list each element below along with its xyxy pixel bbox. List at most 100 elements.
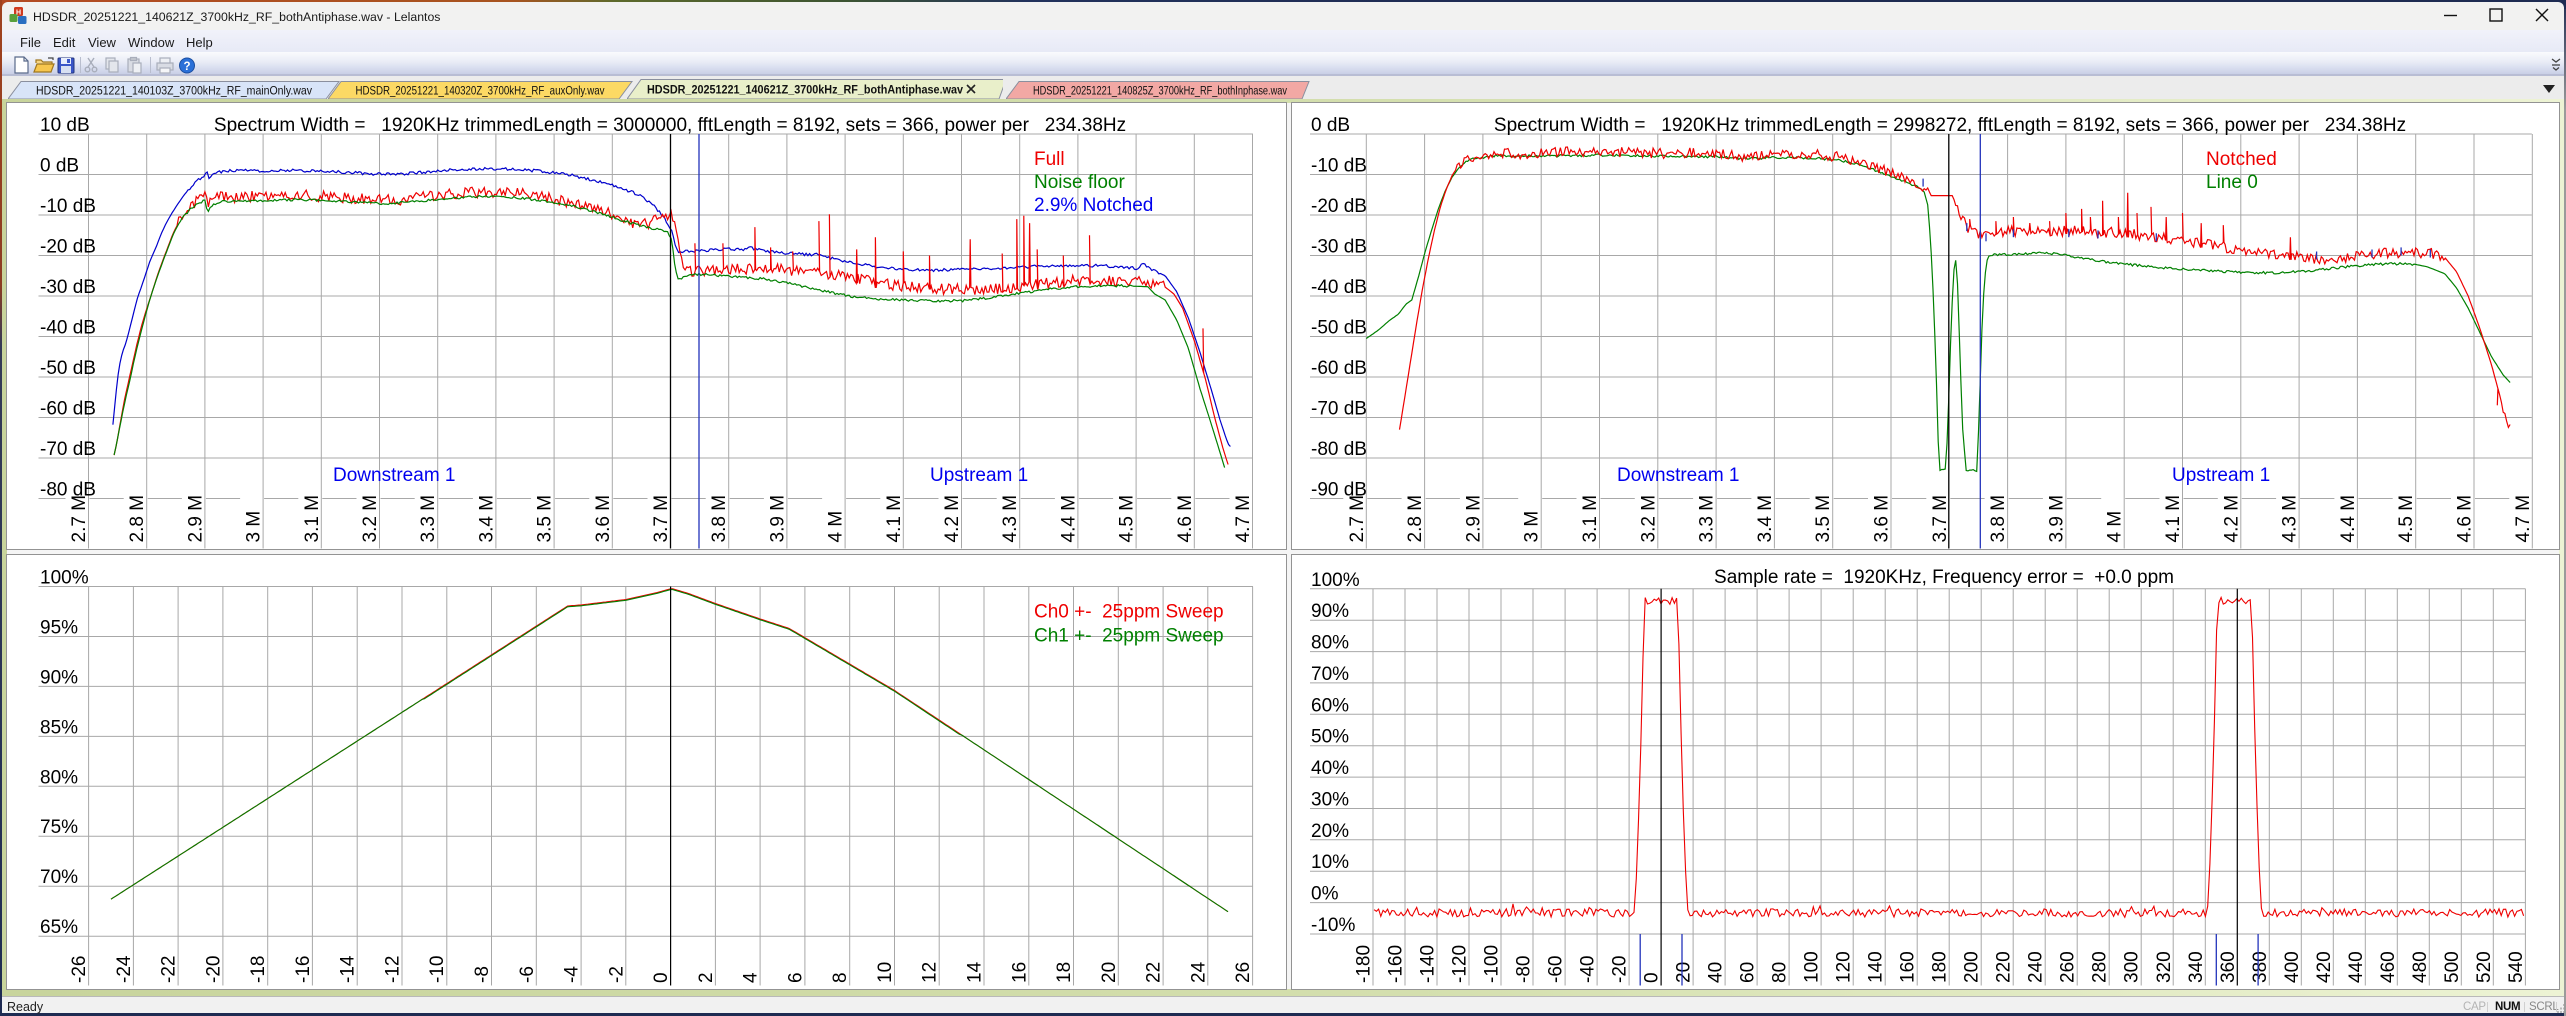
svg-text:4.2 M: 4.2 M bbox=[942, 495, 963, 543]
svg-text:-70 dB: -70 dB bbox=[1311, 399, 1367, 420]
svg-text:-180: -180 bbox=[1354, 945, 1375, 983]
svg-text:Notched: Notched bbox=[2206, 149, 2277, 170]
svg-text:440: 440 bbox=[2346, 951, 2367, 983]
svg-text:4.3 M: 4.3 M bbox=[1000, 495, 1021, 543]
svg-text:360: 360 bbox=[2218, 951, 2239, 983]
svg-text:200: 200 bbox=[1962, 951, 1983, 983]
svg-text:20: 20 bbox=[1099, 962, 1120, 983]
svg-text:4.4 M: 4.4 M bbox=[1058, 495, 1079, 543]
svg-text:400: 400 bbox=[2282, 951, 2303, 983]
svg-text:-24: -24 bbox=[114, 955, 135, 983]
svg-text:3.9 M: 3.9 M bbox=[767, 495, 788, 543]
svg-text:95%: 95% bbox=[40, 618, 78, 639]
svg-text:20%: 20% bbox=[1311, 821, 1349, 842]
svg-text:0%: 0% bbox=[1311, 884, 1339, 905]
svg-text:10: 10 bbox=[875, 962, 896, 983]
svg-text:Line 0: Line 0 bbox=[2206, 172, 2258, 193]
svg-text:0 dB: 0 dB bbox=[1311, 115, 1350, 136]
svg-text:-60: -60 bbox=[1546, 956, 1567, 983]
svg-text:-6: -6 bbox=[517, 966, 538, 983]
svg-text:4.6 M: 4.6 M bbox=[1175, 495, 1196, 543]
svg-text:0: 0 bbox=[1642, 972, 1663, 983]
svg-text:-10%: -10% bbox=[1311, 915, 1355, 936]
svg-text:-20 dB: -20 dB bbox=[40, 237, 96, 258]
svg-text:3.1 M: 3.1 M bbox=[1580, 495, 1601, 543]
svg-text:Spectrum Width = 1920KHz tri: Spectrum Width = 1920KHz trimmedLength =… bbox=[214, 115, 1126, 136]
svg-text:520: 520 bbox=[2474, 951, 2495, 983]
svg-text:3.2 M: 3.2 M bbox=[360, 495, 381, 543]
svg-text:20: 20 bbox=[1674, 962, 1695, 983]
svg-text:4: 4 bbox=[741, 972, 762, 983]
svg-text:Downstream 1: Downstream 1 bbox=[333, 465, 456, 486]
svg-text:2: 2 bbox=[696, 972, 717, 983]
svg-text:-14: -14 bbox=[338, 955, 359, 983]
svg-text:3.9 M: 3.9 M bbox=[2046, 495, 2067, 543]
svg-text:Full: Full bbox=[1034, 149, 1065, 170]
svg-text:380: 380 bbox=[2250, 951, 2271, 983]
svg-text:-4: -4 bbox=[562, 966, 583, 983]
svg-text:3.2 M: 3.2 M bbox=[1638, 495, 1659, 543]
svg-text:500: 500 bbox=[2442, 951, 2463, 983]
svg-text:2.7 M: 2.7 M bbox=[1347, 495, 1368, 543]
svg-text:80%: 80% bbox=[1311, 633, 1349, 654]
svg-text:0 dB: 0 dB bbox=[40, 156, 79, 177]
svg-text:2.7 M: 2.7 M bbox=[69, 495, 90, 543]
svg-text:3 M: 3 M bbox=[244, 511, 265, 543]
svg-text:-16: -16 bbox=[293, 956, 314, 983]
svg-text:70%: 70% bbox=[1311, 664, 1349, 685]
svg-text:10%: 10% bbox=[1311, 852, 1349, 873]
svg-text:3.5 M: 3.5 M bbox=[535, 495, 556, 543]
svg-text:-100: -100 bbox=[1482, 945, 1503, 983]
svg-text:90%: 90% bbox=[40, 667, 78, 688]
svg-text:60%: 60% bbox=[1311, 695, 1349, 716]
svg-text:4 M: 4 M bbox=[826, 511, 847, 543]
svg-text:3.6 M: 3.6 M bbox=[593, 495, 614, 543]
svg-text:300: 300 bbox=[2122, 951, 2143, 983]
svg-text:3.3 M: 3.3 M bbox=[418, 495, 439, 543]
svg-text:-40 dB: -40 dB bbox=[1311, 277, 1367, 298]
svg-text:4.5 M: 4.5 M bbox=[1117, 495, 1138, 543]
svg-text:-40 dB: -40 dB bbox=[40, 318, 96, 339]
svg-text:540: 540 bbox=[2506, 951, 2527, 983]
svg-text:65%: 65% bbox=[40, 917, 78, 938]
svg-text:90%: 90% bbox=[1311, 601, 1349, 622]
svg-text:-70 dB: -70 dB bbox=[40, 439, 96, 460]
svg-text:-40: -40 bbox=[1578, 956, 1599, 983]
svg-text:460: 460 bbox=[2378, 951, 2399, 983]
svg-text:480: 480 bbox=[2410, 951, 2431, 983]
svg-text:3.7 M: 3.7 M bbox=[651, 495, 672, 543]
svg-text:-8: -8 bbox=[472, 966, 493, 983]
svg-text:26: 26 bbox=[1233, 962, 1254, 983]
svg-text:320: 320 bbox=[2154, 951, 2175, 983]
svg-text:3.7 M: 3.7 M bbox=[1930, 495, 1951, 543]
svg-text:3.1 M: 3.1 M bbox=[302, 495, 323, 543]
svg-text:3.4 M: 3.4 M bbox=[1755, 495, 1776, 543]
svg-text:-22: -22 bbox=[159, 956, 180, 983]
svg-text:Sample rate = 1920KHz, Freque: Sample rate = 1920KHz, Frequency error =… bbox=[1714, 567, 2174, 588]
svg-text:-160: -160 bbox=[1386, 945, 1407, 983]
svg-text:Spectrum Width = 1920KHz tri: Spectrum Width = 1920KHz trimmedLength =… bbox=[1494, 115, 2406, 136]
svg-text:-30 dB: -30 dB bbox=[40, 277, 96, 298]
svg-text:-12: -12 bbox=[383, 956, 404, 983]
svg-text:-140: -140 bbox=[1418, 945, 1439, 983]
svg-text:16: 16 bbox=[1009, 962, 1030, 983]
svg-text:-20: -20 bbox=[203, 956, 224, 983]
svg-text:4.6 M: 4.6 M bbox=[2455, 495, 2476, 543]
svg-text:3.6 M: 3.6 M bbox=[1872, 495, 1893, 543]
svg-text:4.3 M: 4.3 M bbox=[2280, 495, 2301, 543]
svg-text:2.9 M: 2.9 M bbox=[1463, 495, 1484, 543]
svg-text:Downstream 1: Downstream 1 bbox=[1617, 465, 1740, 486]
svg-text:-10 dB: -10 dB bbox=[1311, 156, 1367, 177]
svg-text:240: 240 bbox=[2026, 951, 2047, 983]
svg-text:12: 12 bbox=[920, 962, 941, 983]
svg-text:18: 18 bbox=[1054, 962, 1075, 983]
svg-text:14: 14 bbox=[965, 961, 986, 983]
svg-text:Upstream 1: Upstream 1 bbox=[930, 465, 1028, 486]
svg-text:Ch1 +- 25ppm Sweep: Ch1 +- 25ppm Sweep bbox=[1034, 626, 1224, 647]
svg-text:100%: 100% bbox=[1311, 570, 1360, 591]
svg-text:3.5 M: 3.5 M bbox=[1813, 495, 1834, 543]
svg-text:4.7 M: 4.7 M bbox=[1233, 495, 1254, 543]
svg-text:6: 6 bbox=[785, 972, 806, 983]
svg-text:4.1 M: 4.1 M bbox=[884, 495, 905, 543]
svg-text:3 M: 3 M bbox=[1522, 511, 1543, 543]
